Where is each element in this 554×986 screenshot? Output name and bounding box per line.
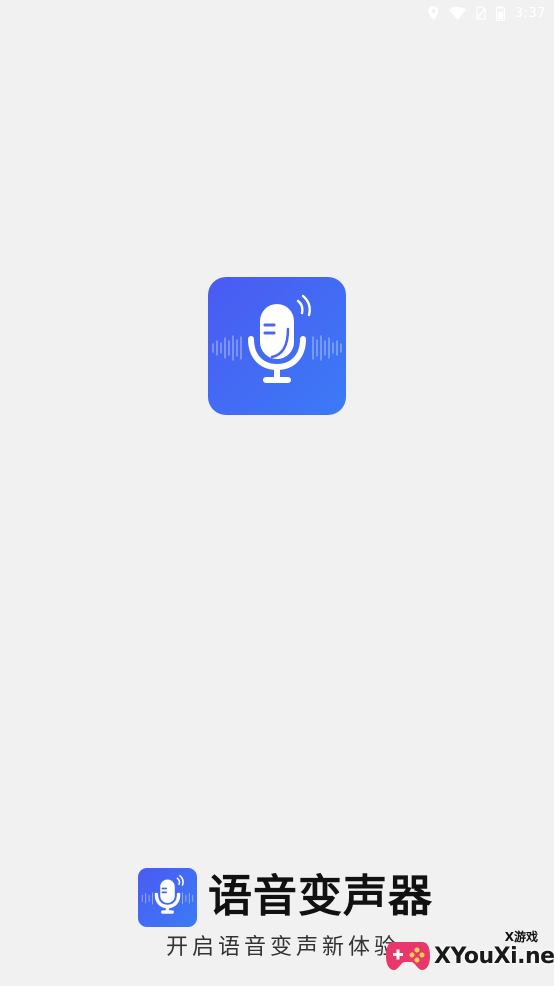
microphone-icon bbox=[141, 874, 194, 914]
microphone-icon bbox=[212, 294, 342, 383]
watermark: X游戏 XYouXi.net bbox=[384, 928, 554, 984]
app-icon bbox=[208, 277, 346, 415]
wifi-icon bbox=[448, 6, 466, 20]
battery-icon bbox=[495, 5, 505, 21]
status-time: 3:37 bbox=[514, 5, 546, 21]
brand-lockup: 语音变声器 bbox=[138, 866, 438, 927]
app-slogan: 开启语音变声新体验 bbox=[166, 935, 401, 960]
location-icon bbox=[428, 6, 439, 20]
splash-screen: 3:37 语音变声器 开启语音变声新体验 X游戏 XYouXi.net bbox=[0, 0, 554, 986]
no-sim-icon bbox=[476, 6, 486, 20]
status-bar: 3:37 bbox=[406, 0, 554, 26]
gamepad-icon bbox=[386, 942, 430, 970]
watermark-small-text: X游戏 bbox=[504, 930, 538, 944]
app-name: 语音变声器 bbox=[208, 871, 433, 922]
brand-logo bbox=[138, 868, 197, 927]
watermark-text: XYouXi.net bbox=[434, 944, 554, 969]
